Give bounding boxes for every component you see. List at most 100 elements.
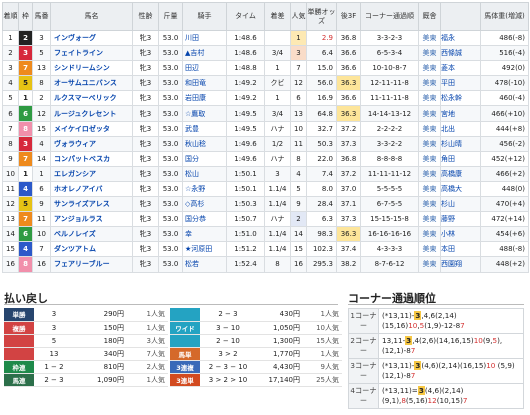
horse-name-link[interactable]: サンライズアレス xyxy=(50,196,133,213)
table-row: 5 1 2 ルクスマーベリック 牝3 53.0 岩田康 1:49.2 1 6 16.9 36.6 11-… xyxy=(2,90,529,107)
table-row: 4 5 8 オーサムユニバンス 牝3 53.0 和田竜 1:49.2 クビ 12 56.0 36.3 1… xyxy=(2,75,529,92)
sex-age-cell: 牝3 xyxy=(132,90,159,107)
payout-amount: 1,050円 xyxy=(256,321,304,335)
trainer-link[interactable]: 高橋康 xyxy=(440,165,481,182)
jockey-link[interactable]: ▲吉村 xyxy=(182,45,227,62)
sex-age-cell: 牝3 xyxy=(132,211,159,228)
payout-amount: 340円 xyxy=(74,347,128,361)
trainer-link[interactable]: 藤野 xyxy=(440,211,481,228)
corner-order-cell: 12-11-11-8 xyxy=(360,75,419,92)
rank-cell: 14 xyxy=(2,226,19,243)
horse-number-cell: 6 xyxy=(32,180,51,198)
payout-popularity: 7人気 xyxy=(128,347,168,361)
trainer-link[interactable]: 平田 xyxy=(440,75,481,92)
bet-type-label: 3連単 xyxy=(170,373,200,387)
col-last3f: 後3F xyxy=(336,2,361,31)
jockey-link[interactable]: 和田竜 xyxy=(182,75,227,92)
body-weight-cell: 492(0) xyxy=(480,60,529,77)
margin-cell: ハナ xyxy=(264,120,291,137)
trainer-link[interactable]: 菱本 xyxy=(440,60,481,77)
trainer-link[interactable]: 小林 xyxy=(440,226,481,243)
trainer-link[interactable]: 杉山 xyxy=(440,196,481,213)
odds-cell: 7.4 xyxy=(306,165,337,182)
affiliation-cell: 美東 xyxy=(418,256,441,273)
jockey-link[interactable]: ☆鷹取 xyxy=(182,105,227,122)
payout-popularity: 9人気 xyxy=(304,360,342,374)
trainer-link[interactable]: 高橋大 xyxy=(440,180,481,198)
last3f-cell: 37.2 xyxy=(336,120,361,137)
popularity-cell: 12 xyxy=(290,75,307,92)
col-odds: 単勝オッズ xyxy=(306,2,337,31)
horse-name-link[interactable]: ホオレノアイバ xyxy=(50,180,133,198)
weight-cell: 53.0 xyxy=(158,150,183,167)
horse-name-link[interactable]: ルクスマーベリック xyxy=(50,90,133,107)
body-weight-cell: 466(+10) xyxy=(480,105,529,122)
last3f-cell: 37.3 xyxy=(336,211,361,228)
horse-name-link[interactable]: ヴォラウィア xyxy=(50,135,133,152)
trainer-link[interactable]: 西條誠 xyxy=(440,45,481,62)
horse-name-link[interactable]: コンパットベスカ xyxy=(50,150,133,167)
horse-name-link[interactable]: オーサムユニバンス xyxy=(50,75,133,92)
horse-name-link[interactable]: インヴォーグ xyxy=(50,29,133,47)
weight-cell: 53.0 xyxy=(158,105,183,122)
jockey-link[interactable]: 国分恭 xyxy=(182,211,227,228)
col-rank: 着順 xyxy=(2,2,19,31)
corner-num-red: 10 xyxy=(408,321,418,330)
payout-numbers: 3 > 2 > 10 xyxy=(200,373,256,387)
horse-name-link[interactable]: ベルノレイズ xyxy=(50,226,133,243)
col-waku: 枠 xyxy=(18,2,33,31)
table-row: 3 7 13 シンドリームシン 牝3 53.0 田辺 1:48.8 1 7 15.0 36.6 10-1… xyxy=(2,60,529,77)
horse-name-link[interactable]: メイケイロゼッタ xyxy=(50,120,133,137)
col-name: 馬名 xyxy=(50,2,133,31)
horse-name-link[interactable]: アンジョルラス xyxy=(50,211,133,228)
jockey-link[interactable]: ★河原田 xyxy=(182,241,227,258)
waku-cell: 7 xyxy=(18,150,33,167)
jockey-link[interactable]: ◇高杉 xyxy=(182,196,227,213)
weight-cell: 53.0 xyxy=(158,226,183,243)
horse-name-link[interactable]: エレガンシア xyxy=(50,165,133,182)
trainer-link[interactable]: 宮地 xyxy=(440,105,481,122)
horse-name-link[interactable]: シンドリームシン xyxy=(50,60,133,77)
trainer-link[interactable]: 杉山晴 xyxy=(440,135,481,152)
jockey-link[interactable]: 川田 xyxy=(182,29,227,47)
jockey-link[interactable]: 岩田康 xyxy=(182,90,227,107)
jockey-link[interactable]: 国分 xyxy=(182,150,227,167)
jockey-link[interactable]: 武豊 xyxy=(182,120,227,137)
weight-cell: 53.0 xyxy=(158,90,183,107)
horse-name-link[interactable]: フェアリーブルー xyxy=(50,256,133,273)
affiliation-cell: 美東 xyxy=(418,75,441,92)
trainer-link[interactable]: 角田 xyxy=(440,150,481,167)
payout-popularity: 1人気 xyxy=(128,308,168,322)
payout-popularity: 1人気 xyxy=(304,347,342,361)
jockey-link[interactable]: 田辺 xyxy=(182,60,227,77)
corner-row: 2コーナー 13,11-3,4(2,6)(14,16,15)10(9,5),(12… xyxy=(348,333,524,359)
trainer-link[interactable]: 松永幹 xyxy=(440,90,481,107)
jockey-link[interactable]: ☆永野 xyxy=(182,180,227,198)
rank-cell: 12 xyxy=(2,196,19,213)
corner-order-cell: 4-3-3-3 xyxy=(360,241,419,258)
trainer-link[interactable]: 北出 xyxy=(440,120,481,137)
corner-order: (*13,11)=3(4,6)(2,14)(9,1),8(5,16)12(10,… xyxy=(378,383,524,409)
jockey-link[interactable]: 幸 xyxy=(182,226,227,243)
horse-name-link[interactable]: ダンツアトム xyxy=(50,241,133,258)
horse-name-link[interactable]: ルージュクレセント xyxy=(50,105,133,122)
rank-cell: 8 xyxy=(2,135,19,152)
sex-age-cell: 牝3 xyxy=(132,75,159,92)
jockey-link[interactable]: 松若 xyxy=(182,256,227,273)
horse-number-cell: 2 xyxy=(32,90,51,107)
horse-number-cell: 9 xyxy=(32,196,51,213)
jockey-link[interactable]: 秋山稔 xyxy=(182,135,227,152)
jockey-link[interactable]: 松山 xyxy=(182,165,227,182)
trainer-link[interactable]: 本田 xyxy=(440,241,481,258)
rank-cell: 13 xyxy=(2,211,19,228)
payout-table-right: 2 − 3 430円 1人気 ワイド 3 − 10 1,050円 10人気 2 − 10 1,3… xyxy=(170,308,342,387)
payout-numbers: 3 > 2 xyxy=(200,347,256,361)
horse-name-link[interactable]: フェイトライン xyxy=(50,45,133,62)
corner-order: 13,11-3,4(2,6)(14,16,15)10(9,5),(12,1)-8… xyxy=(378,333,524,359)
payout-popularity: 1人気 xyxy=(128,321,168,335)
rank-cell: 10 xyxy=(2,165,19,182)
last3f-cell: 36.6 xyxy=(336,45,361,62)
sex-age-cell: 牝3 xyxy=(132,165,159,182)
trainer-link[interactable]: 西園翔 xyxy=(440,256,481,273)
trainer-link[interactable]: 福永 xyxy=(440,29,481,47)
